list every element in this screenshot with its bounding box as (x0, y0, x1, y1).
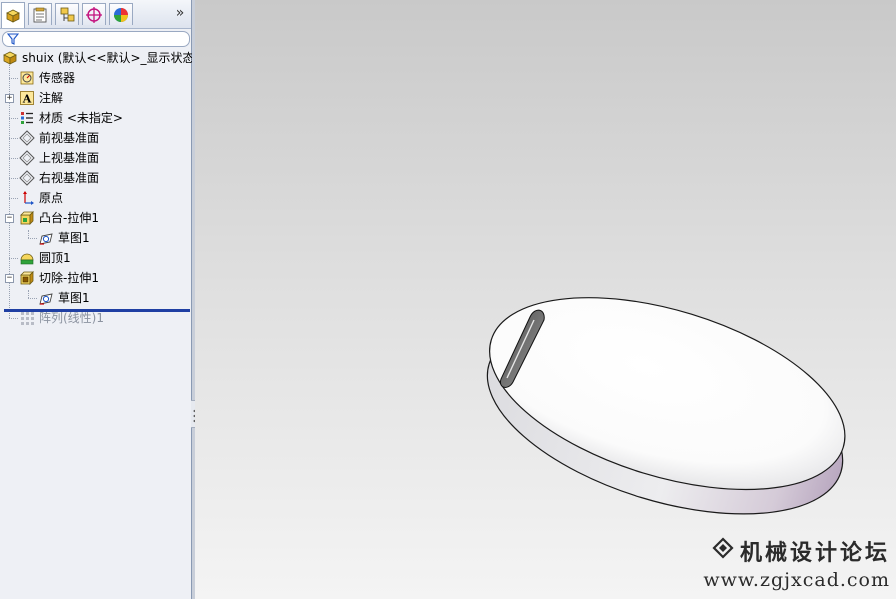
tree-item-label: 草图1 (58, 231, 90, 245)
expand-toggle-annotations[interactable]: + (5, 94, 14, 103)
plane-icon (18, 170, 35, 187)
tree-connector (9, 318, 18, 319)
tree-connector (9, 118, 18, 119)
tree-item-label: 右视基准面 (39, 171, 100, 185)
tree-item-label: 原点 (39, 191, 64, 205)
tree-connector (9, 158, 18, 159)
tree-connector (9, 178, 18, 179)
more-tabs-button[interactable]: » (173, 5, 187, 21)
forum-logo-icon (712, 537, 734, 565)
expand-toggle-cut-extrude[interactable]: − (5, 274, 14, 283)
tree-item-right-plane[interactable]: 右视基准面 (18, 168, 99, 188)
tree-connector (9, 138, 18, 139)
tree-item-sketch-1[interactable]: 草图1 (37, 228, 90, 248)
sensor-icon (18, 70, 35, 87)
dimxpert-manager-icon (85, 6, 103, 24)
tree-item-cut-extrude[interactable]: 切除-拉伸1 (18, 268, 99, 288)
tree-root-part[interactable]: shuix (默认<<默认>_显示状态 (1, 48, 195, 68)
watermark-title: 机械设计论坛 (739, 540, 890, 566)
tab-display-manager[interactable] (109, 3, 133, 25)
tab-dimxpert-manager[interactable] (82, 3, 106, 25)
tree-item-front-plane[interactable]: 前视基准面 (18, 128, 99, 148)
tree-connector (28, 238, 37, 239)
tree-connector (28, 290, 29, 298)
linear-pattern-icon (18, 310, 35, 327)
plane-icon (18, 150, 35, 167)
tree-item-material[interactable]: 材质 <未指定> (18, 108, 123, 128)
feature-filter-input[interactable] (2, 31, 190, 47)
tree-item-label: 草图1 (58, 291, 90, 305)
sketch-icon (37, 230, 54, 247)
manager-tab-bar: » (0, 0, 191, 29)
plane-icon (18, 130, 35, 147)
tab-configuration-manager[interactable] (55, 3, 79, 25)
part-icon (1, 50, 18, 67)
sketch-icon (37, 290, 54, 307)
origin-icon (18, 190, 35, 207)
annotation-icon: A (18, 90, 35, 107)
3d-model-view[interactable] (195, 0, 896, 599)
tree-connector (9, 78, 18, 79)
display-manager-icon (112, 6, 130, 24)
material-icon (18, 110, 35, 127)
tree-item-dome[interactable]: 圆顶1 (18, 248, 71, 268)
watermark-url: www.zgjxcad.com (703, 569, 890, 591)
tree-connector (9, 258, 18, 259)
tree-item-sketch-1b[interactable]: 草图1 (37, 288, 90, 308)
tree-item-label: 前视基准面 (39, 131, 100, 145)
tree-root-label: shuix (默认<<默认>_显示状态 (22, 51, 195, 65)
tree-item-sensors[interactable]: 传感器 (18, 68, 75, 88)
tree-item-label: 材质 <未指定> (39, 111, 123, 125)
tree-connector (9, 198, 18, 199)
tree-item-label: 圆顶1 (39, 251, 71, 265)
boss-extrude-icon (18, 210, 35, 227)
property-manager-icon (31, 6, 49, 24)
feature-manager-panel: » shuix (默认<<默认>_显示状态 传感器 + A 注解 材质 <未指定… (0, 0, 195, 599)
tab-feature-manager[interactable] (1, 2, 25, 28)
svg-text:A: A (21, 93, 31, 106)
tree-item-label: 切除-拉伸1 (39, 271, 99, 285)
tree-connector (28, 298, 37, 299)
tree-item-label: 传感器 (39, 71, 76, 85)
tree-item-top-plane[interactable]: 上视基准面 (18, 148, 99, 168)
rollback-bar[interactable] (4, 309, 190, 312)
tab-property-manager[interactable] (28, 3, 52, 25)
configuration-manager-icon (58, 6, 76, 24)
expand-toggle-boss-extrude[interactable]: − (5, 214, 14, 223)
watermark: 机械设计论坛 www.zgjxcad.com (703, 535, 890, 591)
tree-item-annotations[interactable]: A 注解 (18, 88, 63, 108)
tree-item-label: 凸台-拉伸1 (39, 211, 99, 225)
graphics-area[interactable]: 机械设计论坛 www.zgjxcad.com (195, 0, 896, 599)
cut-extrude-icon (18, 270, 35, 287)
feature-manager-icon (4, 7, 22, 25)
dome-icon (18, 250, 35, 267)
tree-item-boss-extrude[interactable]: 凸台-拉伸1 (18, 208, 99, 228)
tree-item-label: 注解 (39, 91, 64, 105)
tree-item-label: 上视基准面 (39, 151, 100, 165)
tree-item-origin[interactable]: 原点 (18, 188, 63, 208)
tree-connector (28, 230, 29, 238)
